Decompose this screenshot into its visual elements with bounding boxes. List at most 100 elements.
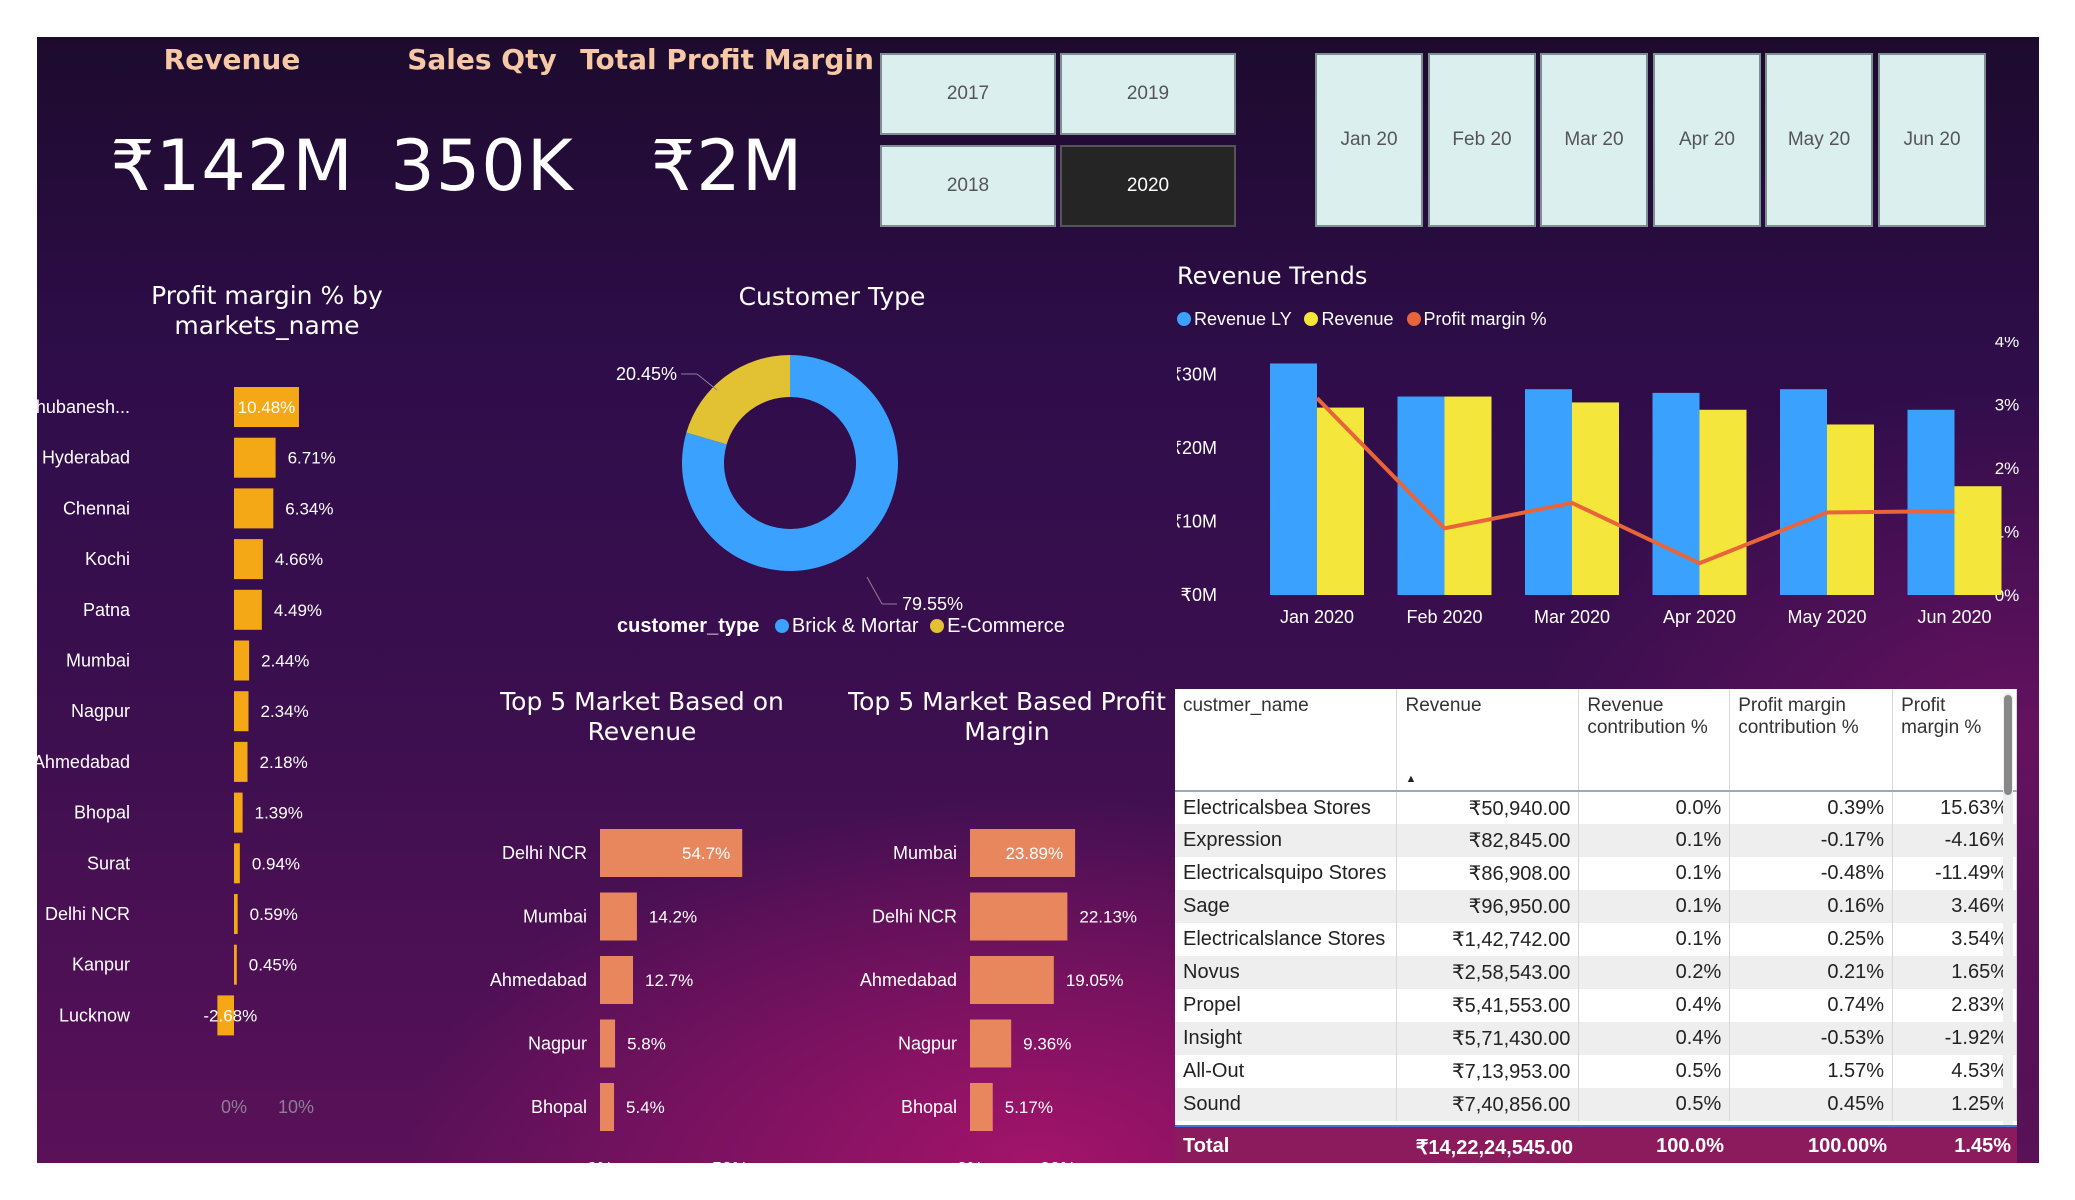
market-value-label: 4.66%	[275, 550, 323, 569]
year-option-2019[interactable]: 2019	[1060, 53, 1236, 135]
cell-profit-contribution: 0.16%	[1729, 890, 1894, 923]
table-row[interactable]: Electricalslance Stores ₹1,42,742.00 0.1% 0…	[1175, 923, 2017, 956]
cell-revenue-contribution: 0.1%	[1578, 824, 1731, 857]
top5-axis-tick: 0%	[957, 1159, 983, 1163]
cell-customer-name: All-Out	[1175, 1055, 1398, 1088]
market-bar	[234, 944, 237, 985]
col-header-revenue-contribution[interactable]: Revenue contribution %	[1578, 689, 1731, 792]
top5-axis-tick: 50%	[712, 1159, 748, 1163]
market-value-label: 2.18%	[260, 753, 308, 772]
top5-market-label: Nagpur	[898, 1034, 957, 1054]
year-option-2020[interactable]: 2020	[1060, 145, 1236, 227]
market-value-label: 4.49%	[274, 601, 322, 620]
col-header-revenue[interactable]: Revenue ▲	[1396, 689, 1580, 792]
table-scrollbar[interactable]	[2003, 693, 2013, 1155]
brick-mortar-legend-icon	[774, 619, 789, 633]
month-option-jan[interactable]: Jan 20	[1315, 53, 1423, 227]
market-bar	[234, 437, 276, 478]
total-revenue: ₹14,22,24,545.00	[1415, 1137, 1573, 1159]
table-row[interactable]: Insight ₹5,71,430.00 0.4% -0.53% -1.92%	[1175, 1022, 2017, 1055]
year-option-2018[interactable]: 2018	[880, 145, 1056, 227]
cell-profit-margin: 2.83%	[1892, 989, 2017, 1022]
brick-mortar-label: 79.55%	[902, 594, 963, 614]
revenue-ly-bar	[1270, 363, 1317, 595]
ecommerce-legend-icon	[930, 619, 945, 633]
month-option-apr[interactable]: Apr 20	[1653, 53, 1761, 227]
profit-margin-chart-title: Profit margin % by markets_name	[97, 281, 437, 341]
top5-value-label: 54.7%	[682, 844, 730, 863]
total-profit-margin: 1.45%	[1954, 1135, 2011, 1157]
cell-profit-contribution: -0.53%	[1729, 1022, 1894, 1055]
cell-revenue-contribution: 0.2%	[1578, 956, 1731, 989]
top5-value-label: 9.36%	[1023, 1035, 1071, 1054]
month-option-jun[interactable]: Jun 20	[1878, 53, 1986, 227]
ecommerce-label: 20.45%	[616, 364, 677, 384]
customer-type-legend: customer_type Brick & Mortar E-Commerce	[561, 615, 1121, 638]
cell-profit-margin: 3.54%	[1892, 923, 2017, 956]
top5-revenue-title-line2: Revenue	[587, 717, 697, 746]
cell-profit-margin: -4.16%	[1892, 824, 2017, 857]
revenue-bar	[1827, 424, 1874, 595]
top5-margin-title-line1: Top 5 Market Based Profit	[848, 687, 1166, 716]
cell-revenue-contribution: 0.4%	[1578, 1022, 1731, 1055]
legend-profit-margin: Profit margin %	[1423, 309, 1547, 329]
trend-right-tick: 2%	[1995, 459, 2020, 478]
market-value-label: 2.34%	[261, 702, 309, 721]
profit-margin-legend-icon	[1406, 312, 1421, 326]
table-row[interactable]: Novus ₹2,58,543.00 0.2% 0.21% 1.65%	[1175, 956, 2017, 989]
top5-market-label: Ahmedabad	[860, 970, 957, 990]
cell-revenue-contribution: 0.5%	[1578, 1055, 1731, 1088]
year-option-2017[interactable]: 2017	[880, 53, 1056, 135]
table-row[interactable]: Electricalsbea Stores ₹50,940.00 0.0% 0.39%…	[1175, 791, 2017, 824]
cell-profit-margin: 1.25%	[1892, 1088, 2017, 1121]
top5-market-label: Mumbai	[523, 907, 587, 927]
cell-revenue-contribution: 0.5%	[1578, 1088, 1731, 1121]
month-option-may[interactable]: May 20	[1765, 53, 1873, 227]
table-row[interactable]: All-Out ₹7,13,953.00 0.5% 1.57% 4.53%	[1175, 1055, 2017, 1088]
col-header-profit-contribution[interactable]: Profit margin contribution %	[1729, 689, 1894, 792]
col-header-customer[interactable]: custmer_name	[1175, 689, 1398, 792]
cell-profit-margin: 3.46%	[1892, 890, 2017, 923]
market-value-label: 0.59%	[250, 905, 298, 924]
top5-market-label: Ahmedabad	[490, 970, 587, 990]
table-row[interactable]: Sound ₹7,40,856.00 0.5% 0.45% 1.25%	[1175, 1088, 2017, 1121]
sort-ascending-icon[interactable]: ▲	[1405, 773, 1416, 785]
top5-bar	[970, 892, 1068, 941]
market-label: Kanpur	[72, 955, 130, 975]
cell-customer-name: Propel	[1175, 989, 1398, 1022]
top5-margin-title-line2: Margin	[964, 717, 1050, 746]
cell-revenue: ₹7,13,953.00	[1396, 1055, 1580, 1088]
cell-profit-contribution: -0.17%	[1729, 824, 1894, 857]
month-option-feb[interactable]: Feb 20	[1428, 53, 1536, 227]
sales-qty-kpi-label: Sales Qty	[407, 43, 557, 76]
market-value-label: 6.71%	[288, 449, 336, 468]
market-bar	[234, 741, 248, 782]
cell-profit-contribution: 0.45%	[1729, 1088, 1894, 1121]
month-option-mar[interactable]: Mar 20	[1540, 53, 1648, 227]
table-row[interactable]: Expression ₹82,845.00 0.1% -0.17% -4.16%	[1175, 824, 2017, 857]
table-total-row: Total ₹14,22,24,545.00 100.0% 100.00% 1.…	[1175, 1125, 2017, 1163]
table-row[interactable]: Propel ₹5,41,553.00 0.4% 0.74% 2.83%	[1175, 989, 2017, 1022]
revenue-trends-chart: ₹30M₹20M₹10M₹0M4%3%2%1%0%Jan 2020Feb 202…	[1177, 337, 2020, 627]
trend-x-label: Feb 2020	[1406, 607, 1482, 627]
cell-profit-contribution: 0.39%	[1729, 791, 1894, 824]
table-row[interactable]: Electricalsquipo Stores ₹86,908.00 0.1% -0.…	[1175, 857, 2017, 890]
top5-market-label: Delhi NCR	[502, 843, 587, 863]
table-row[interactable]: Sage ₹96,950.00 0.1% 0.16% 3.46%	[1175, 890, 2017, 923]
market-label: Nagpur	[71, 701, 130, 721]
market-bar	[234, 843, 240, 884]
cell-revenue: ₹82,845.00	[1396, 824, 1580, 857]
legend-brick-mortar: Brick & Mortar	[791, 615, 919, 637]
customer-type-title: Customer Type	[738, 282, 926, 311]
market-label: Mumbai	[66, 651, 130, 671]
market-label: Lucknow	[59, 1005, 131, 1025]
col-header-profit-margin[interactable]: Profit margin %	[1892, 689, 2017, 792]
cell-customer-name: Insight	[1175, 1022, 1398, 1055]
revenue-ly-bar	[1525, 389, 1572, 595]
table-scrollbar-thumb[interactable]	[2004, 695, 2012, 795]
market-label: Bhopal	[74, 803, 130, 823]
col-header-revenue-label: Revenue	[1405, 695, 1482, 716]
top5-bar	[600, 1083, 615, 1131]
top5-bar	[600, 956, 634, 1004]
cell-revenue: ₹7,40,856.00	[1396, 1088, 1580, 1121]
